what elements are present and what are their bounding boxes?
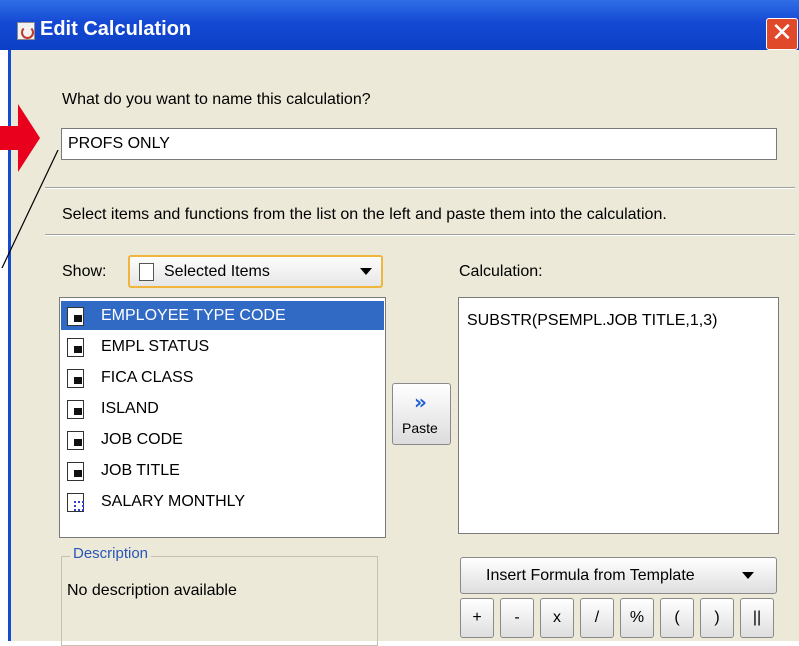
list-item-label: FICA CLASS bbox=[101, 369, 194, 386]
close-button[interactable]: ✕ bbox=[766, 18, 798, 50]
text-item-icon bbox=[67, 369, 84, 388]
separator-top bbox=[45, 187, 795, 189]
paste-button-label: Paste bbox=[402, 420, 438, 436]
operator-open-paren-button[interactable]: ( bbox=[660, 598, 694, 638]
list-item[interactable]: ISLAND bbox=[61, 394, 384, 423]
list-item-label: JOB CODE bbox=[101, 431, 183, 448]
items-list[interactable]: EMPLOYEE TYPE CODE EMPL STATUS FICA CLAS… bbox=[59, 297, 386, 538]
annotation-callout-line bbox=[1, 150, 59, 269]
list-item-label: ISLAND bbox=[101, 400, 159, 417]
document-icon bbox=[139, 263, 154, 281]
title-bar[interactable]: Edit Calculation ✕ bbox=[0, 0, 799, 50]
text-item-icon bbox=[67, 431, 84, 450]
show-label: Show: bbox=[62, 263, 107, 280]
show-dropdown[interactable]: Selected Items bbox=[128, 255, 383, 288]
operator-concat-button[interactable]: || bbox=[740, 598, 774, 638]
numeric-item-icon bbox=[67, 493, 84, 512]
list-item[interactable]: FICA CLASS bbox=[61, 363, 384, 392]
paste-button[interactable]: » Paste bbox=[392, 383, 451, 445]
list-item[interactable]: SALARY MONTHLY bbox=[61, 487, 384, 516]
name-prompt-label: What do you want to name this calculatio… bbox=[62, 91, 371, 108]
operator-divide-button[interactable]: / bbox=[580, 598, 614, 638]
calculation-textarea[interactable]: SUBSTR(PSEMPL.JOB TITLE,1,3) bbox=[458, 297, 779, 534]
template-button-label: Insert Formula from Template bbox=[486, 567, 695, 584]
description-panel bbox=[61, 556, 378, 646]
list-item[interactable]: EMPLOYEE TYPE CODE bbox=[61, 301, 384, 330]
list-item[interactable]: EMPL STATUS bbox=[61, 332, 384, 361]
list-item-label: SALARY MONTHLY bbox=[101, 493, 246, 510]
calculation-name-input[interactable]: PROFS ONLY bbox=[61, 128, 777, 160]
list-item-label: JOB TITLE bbox=[101, 462, 180, 479]
chevron-down-icon bbox=[742, 572, 754, 579]
list-item[interactable]: JOB TITLE bbox=[61, 456, 384, 485]
list-item-label: EMPL STATUS bbox=[101, 338, 210, 355]
java-app-icon bbox=[17, 22, 35, 40]
separator-bottom bbox=[45, 234, 795, 236]
operator-multiply-button[interactable]: x bbox=[540, 598, 574, 638]
operator-percent-button[interactable]: % bbox=[620, 598, 654, 638]
list-item[interactable]: JOB CODE bbox=[61, 425, 384, 454]
show-dropdown-value: Selected Items bbox=[164, 263, 270, 280]
description-legend: Description bbox=[70, 545, 152, 562]
chevron-right-icon: » bbox=[414, 390, 427, 414]
chevron-down-icon bbox=[360, 268, 372, 275]
window-title: Edit Calculation bbox=[40, 18, 192, 40]
calculation-label: Calculation: bbox=[459, 263, 543, 280]
instruction-text: Select items and functions from the list… bbox=[62, 206, 667, 223]
operator-close-paren-button[interactable]: ) bbox=[700, 598, 734, 638]
insert-formula-template-button[interactable]: Insert Formula from Template bbox=[460, 557, 777, 594]
text-item-icon bbox=[67, 338, 84, 357]
text-item-icon bbox=[67, 307, 84, 326]
description-text: No description available bbox=[67, 582, 237, 599]
text-item-icon bbox=[67, 462, 84, 481]
text-item-icon bbox=[67, 400, 84, 419]
operator-plus-button[interactable]: + bbox=[460, 598, 494, 638]
list-item-label: EMPLOYEE TYPE CODE bbox=[101, 307, 286, 324]
operator-minus-button[interactable]: - bbox=[500, 598, 534, 638]
